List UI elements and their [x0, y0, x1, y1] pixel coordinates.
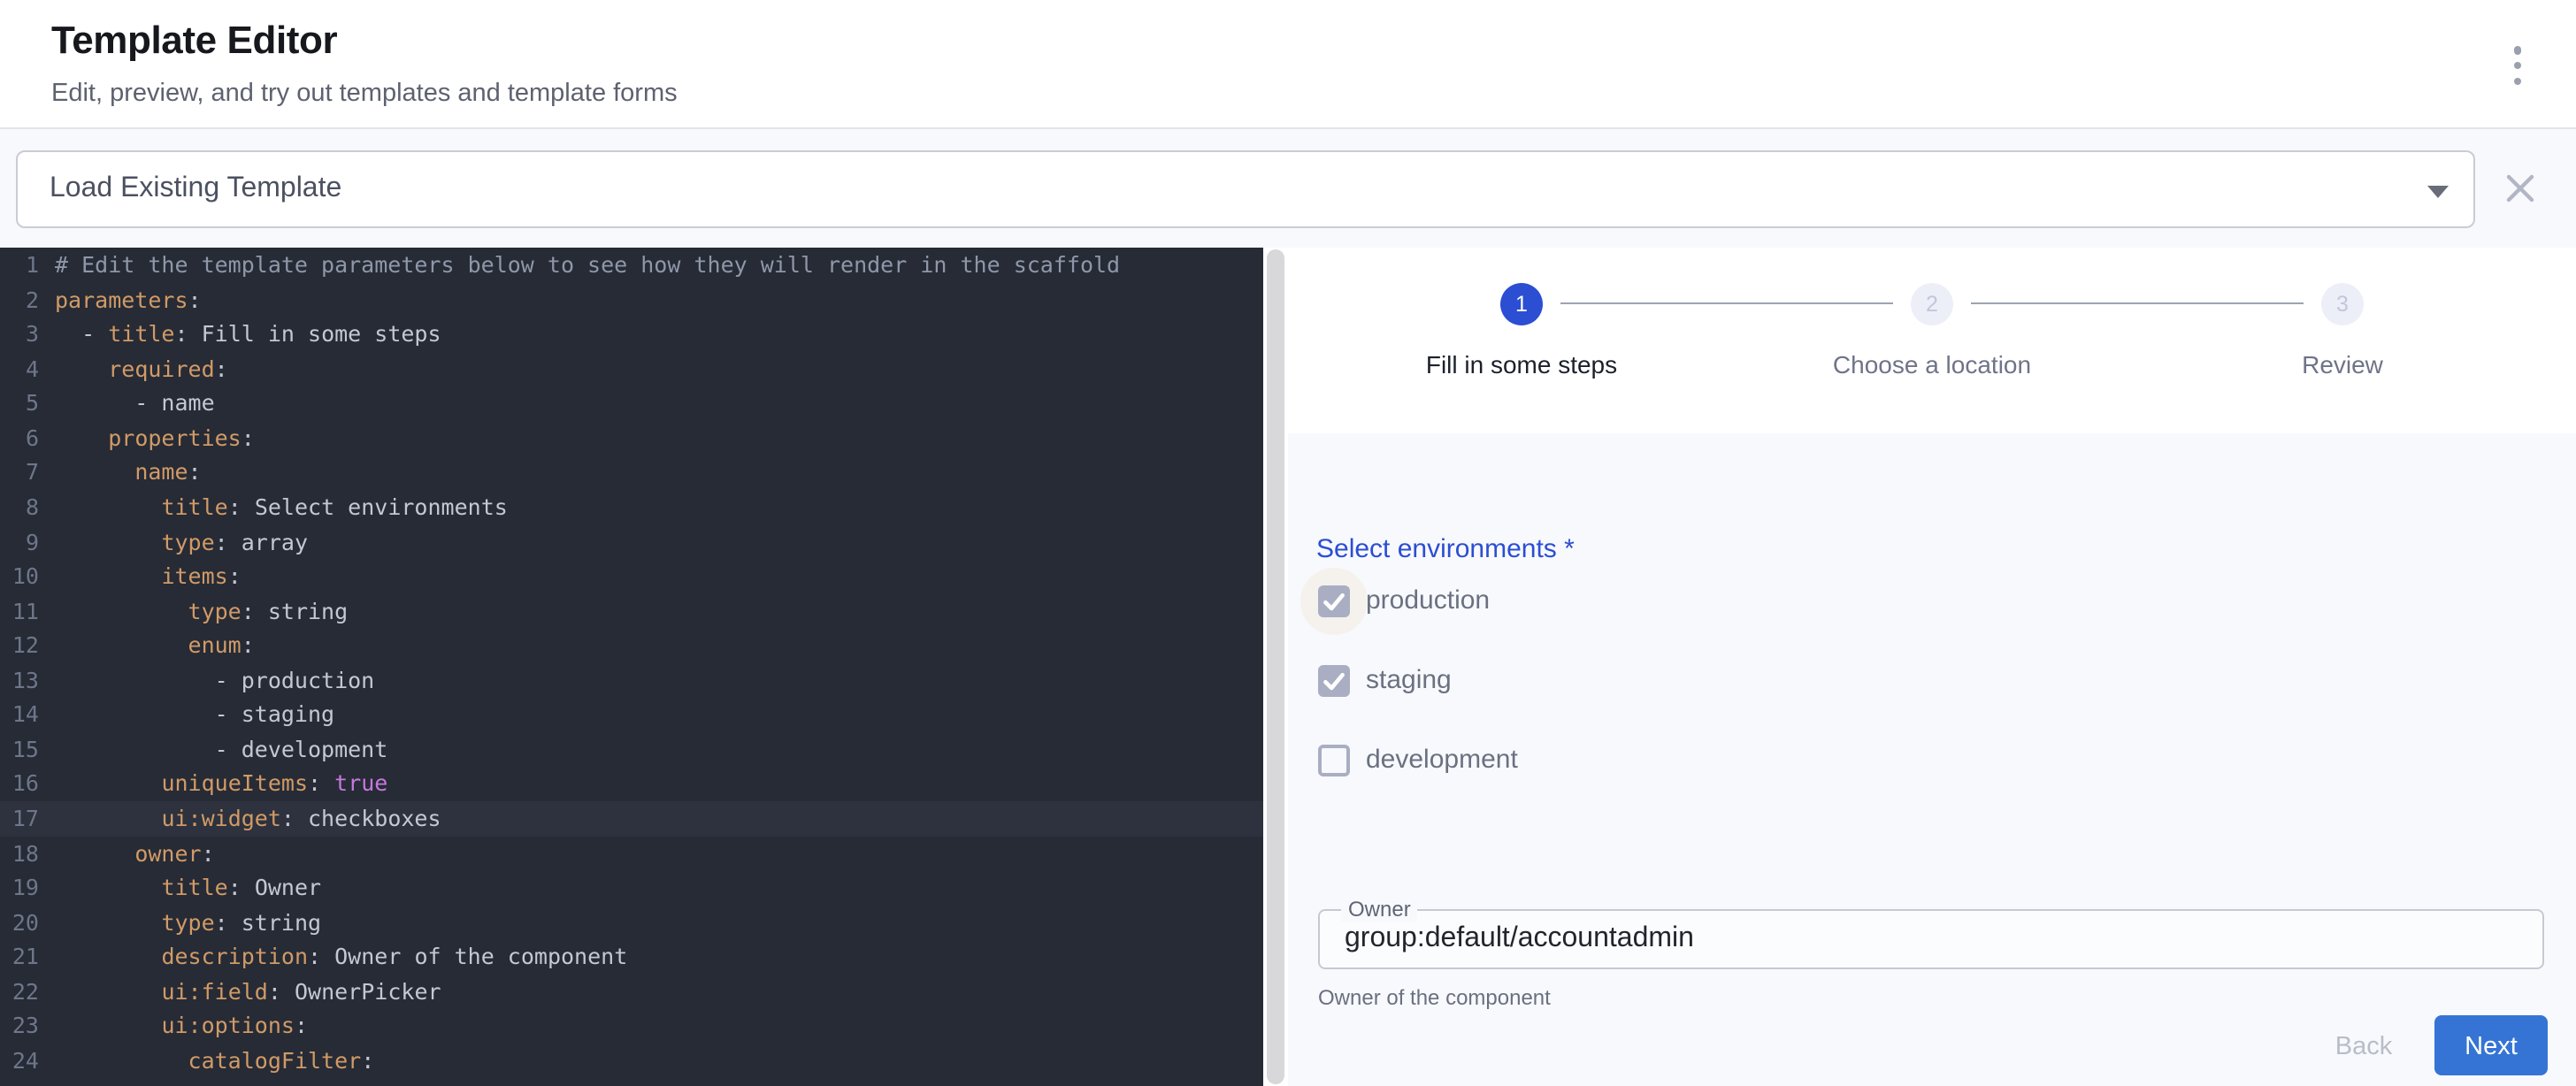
page-title: Template Editor [51, 18, 337, 64]
line-number: 4 [0, 351, 39, 386]
line-number: 5 [0, 386, 39, 421]
checkbox-label: development [1366, 745, 1518, 775]
editor-line[interactable]: 1# Edit the template parameters below to… [0, 248, 1263, 282]
step-label: Fill in some steps [1316, 350, 1727, 379]
line-number: 17 [0, 801, 39, 836]
stepper-step-1: 1 Fill in some steps [1316, 248, 1727, 433]
editor-line[interactable]: 21 description: Owner of the component [0, 940, 1263, 975]
required-asterisk: * [1564, 534, 1575, 564]
stepper-step-3: 3 Review [2137, 248, 2548, 433]
template-editor-page: Template Editor Edit, preview, and try o… [0, 0, 2576, 1086]
line-number: 20 [0, 905, 39, 939]
editor-line[interactable]: 17 ui:widget: checkboxes [0, 801, 1263, 836]
step-number-badge: 1 [1500, 283, 1543, 325]
checkbox-production[interactable] [1318, 585, 1350, 616]
line-number: 7 [0, 455, 39, 490]
editor-scrollbar-track [1263, 248, 1288, 1086]
line-number: 11 [0, 593, 39, 628]
line-number: 3 [0, 317, 39, 351]
editor-line[interactable]: 9 type: array [0, 524, 1263, 559]
checkbox-row-development[interactable]: development [1288, 720, 2526, 799]
checkbox-label: staging [1366, 665, 1452, 695]
close-icon[interactable] [2505, 173, 2535, 203]
editor-scrollbar-thumb[interactable] [1267, 249, 1284, 1084]
editor-line[interactable]: 8 title: Select environments [0, 490, 1263, 524]
stepper-connector [1971, 302, 2304, 304]
editor-line[interactable]: 16 uniqueItems: true [0, 767, 1263, 801]
step-label: Choose a location [1727, 350, 2137, 379]
line-number: 23 [0, 1009, 39, 1044]
chevron-down-icon[interactable] [2427, 186, 2449, 198]
line-number: 8 [0, 490, 39, 524]
editor-line[interactable]: 20 type: string [0, 905, 1263, 939]
line-number: 10 [0, 559, 39, 593]
editor-line[interactable]: 18 owner: [0, 836, 1263, 870]
load-template-bar: Load Existing Template [0, 129, 2576, 248]
line-number: 6 [0, 421, 39, 455]
step-label: Review [2137, 350, 2548, 379]
next-button[interactable]: Next [2434, 1015, 2548, 1075]
template-preview-panel: 1 Fill in some steps 2 Choose a location 3 Re… [1288, 248, 2576, 1086]
line-number: 16 [0, 767, 39, 801]
checkbox-label: production [1366, 585, 1490, 616]
editor-line[interactable]: 6 properties: [0, 421, 1263, 455]
line-number: 18 [0, 836, 39, 870]
step-number-badge: 3 [2321, 283, 2364, 325]
line-number: 21 [0, 940, 39, 975]
load-existing-template-select[interactable]: Load Existing Template [16, 150, 2475, 228]
line-number: 12 [0, 628, 39, 662]
line-number: 1 [0, 248, 39, 282]
line-number: 14 [0, 698, 39, 732]
line-number: 15 [0, 732, 39, 767]
editor-line[interactable]: 24 catalogFilter: [0, 1044, 1263, 1078]
line-number: 22 [0, 975, 39, 1009]
editor-line[interactable]: 4 required: [0, 351, 1263, 386]
owner-helper-text: Owner of the component [1318, 985, 1551, 1010]
back-button[interactable]: Back [2311, 1015, 2417, 1075]
line-number: 13 [0, 663, 39, 698]
more-options-icon[interactable] [2503, 46, 2532, 85]
template-form-panel: Select environments * production staging d… [1288, 433, 2576, 1086]
editor-line[interactable]: 15 - development [0, 732, 1263, 767]
editor-line[interactable]: 23 ui:options: [0, 1009, 1263, 1044]
editor-line[interactable]: 11 type: string [0, 593, 1263, 628]
line-number: 24 [0, 1044, 39, 1078]
environment-checkbox-group: production staging development [1288, 561, 2526, 799]
editor-line[interactable]: 19 title: Owner [0, 870, 1263, 905]
page-header: Template Editor Edit, preview, and try o… [0, 0, 2576, 129]
select-environments-label: Select environments * [1316, 534, 1575, 564]
editor-lines: 1# Edit the template parameters below to… [0, 248, 1263, 1078]
page-subtitle: Edit, preview, and try out templates and… [51, 80, 678, 108]
stepper-step-2: 2 Choose a location [1727, 248, 2137, 433]
line-number: 2 [0, 282, 39, 317]
editor-line[interactable]: 2parameters: [0, 282, 1263, 317]
owner-input[interactable] [1320, 911, 2542, 967]
editor-line[interactable]: 5 - name [0, 386, 1263, 421]
editor-line[interactable]: 7 name: [0, 455, 1263, 490]
line-number: 9 [0, 524, 39, 559]
editor-line[interactable]: 13 - production [0, 663, 1263, 698]
yaml-code-editor[interactable]: 1# Edit the template parameters below to… [0, 248, 1263, 1086]
editor-line[interactable]: 22 ui:field: OwnerPicker [0, 975, 1263, 1009]
editor-line[interactable]: 12 enum: [0, 628, 1263, 662]
checkbox-row-staging[interactable]: staging [1288, 640, 2526, 720]
editor-line[interactable]: 14 - staging [0, 698, 1263, 732]
stepper-connector [1560, 302, 1893, 304]
load-existing-template-placeholder: Load Existing Template [50, 152, 341, 226]
stepper: 1 Fill in some steps 2 Choose a location 3 Re… [1316, 248, 2548, 433]
owner-field: Owner [1318, 909, 2544, 969]
editor-line[interactable]: 3 - title: Fill in some steps [0, 317, 1263, 351]
step-number-badge: 2 [1911, 283, 1953, 325]
editor-line[interactable]: 10 items: [0, 559, 1263, 593]
checkbox-development[interactable] [1318, 744, 1350, 776]
checkbox-staging[interactable] [1318, 664, 1350, 696]
checkbox-row-production[interactable]: production [1288, 561, 2526, 640]
line-number: 19 [0, 870, 39, 905]
